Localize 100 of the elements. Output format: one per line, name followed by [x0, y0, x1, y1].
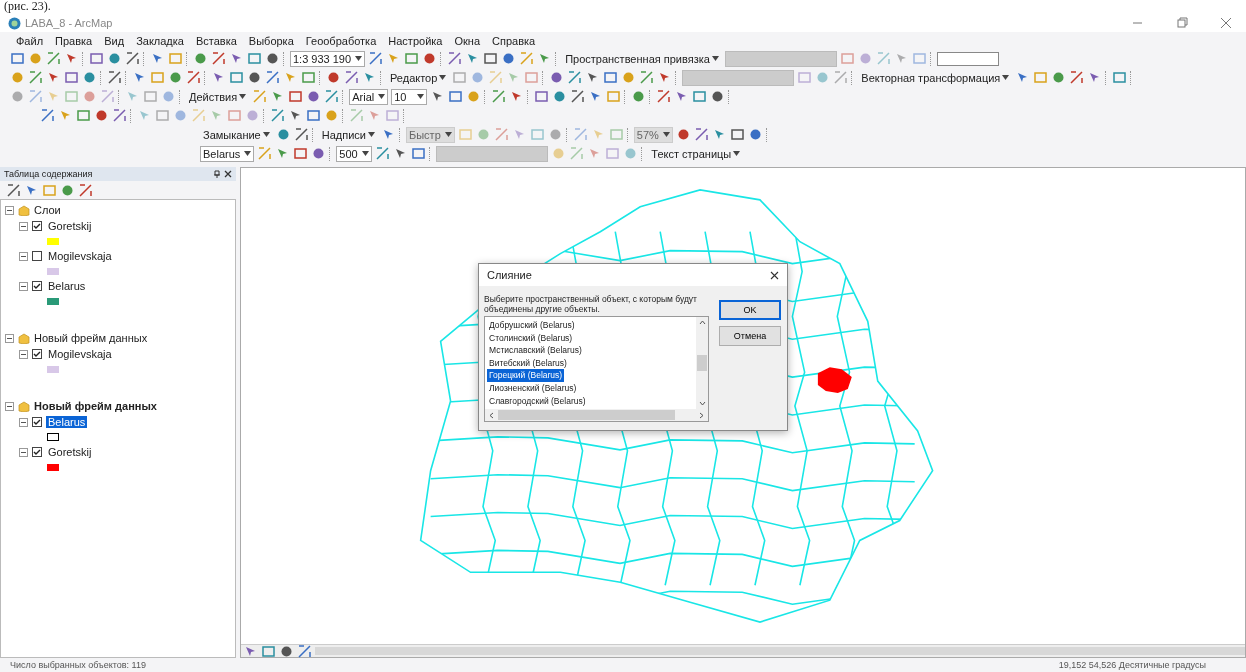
- toolbar-menu[interactable]: Замыкание: [200, 128, 273, 141]
- collapse-icon[interactable]: [19, 349, 28, 359]
- tool-icon[interactable]: [265, 51, 280, 66]
- chevron-up-icon[interactable]: [698, 319, 706, 326]
- scroll-thumb[interactable]: [498, 410, 675, 421]
- dropdown-field[interactable]: Belarus: [200, 145, 255, 162]
- ok-button[interactable]: OK: [719, 300, 781, 320]
- menu-item[interactable]: Закладка: [135, 34, 185, 47]
- tool-icon[interactable]: [6, 182, 21, 198]
- menu-item[interactable]: Геообработка: [304, 34, 378, 47]
- layer-name[interactable]: Belarus: [46, 416, 88, 428]
- collapse-icon[interactable]: [19, 221, 28, 231]
- tool-icon[interactable]: [168, 70, 183, 85]
- caret-icon[interactable]: [262, 132, 270, 137]
- checkbox[interactable]: [32, 417, 42, 427]
- tool-icon[interactable]: [693, 127, 709, 142]
- toolbar-menu[interactable]: Надписи: [318, 128, 378, 141]
- tool-icon[interactable]: [107, 70, 122, 85]
- tool-icon[interactable]: [78, 182, 93, 198]
- tool-icon[interactable]: [570, 89, 586, 104]
- cancel-button[interactable]: Отмена: [719, 326, 781, 346]
- tool-icon[interactable]: [675, 127, 691, 142]
- tool-icon[interactable]: [46, 51, 61, 66]
- list-item[interactable]: Славгородский (Belarus): [487, 394, 588, 408]
- tool-icon[interactable]: [447, 51, 463, 66]
- list-item[interactable]: Лиозненский (Belarus): [487, 381, 579, 395]
- tool-icon[interactable]: [288, 89, 304, 104]
- tool-icon[interactable]: [293, 146, 309, 161]
- layer-name[interactable]: Goretskij: [46, 446, 94, 458]
- menu-item[interactable]: Справка: [491, 34, 537, 47]
- tool-icon[interactable]: [747, 127, 763, 142]
- menu-item[interactable]: Вставка: [194, 34, 238, 47]
- caret-icon[interactable]: [362, 151, 370, 156]
- tool-icon[interactable]: [82, 70, 97, 85]
- dropdown-field[interactable]: [682, 69, 795, 86]
- tool-icon[interactable]: [211, 51, 226, 66]
- toolbar-menu[interactable]: Редактор: [387, 71, 450, 84]
- tool-icon[interactable]: [656, 89, 672, 104]
- data-frame-label[interactable]: Слои: [34, 204, 61, 216]
- collapse-icon[interactable]: [19, 417, 28, 427]
- tool-icon[interactable]: [94, 108, 109, 123]
- tool-icon[interactable]: [375, 146, 391, 161]
- caret-icon[interactable]: [733, 151, 741, 156]
- caret-icon[interactable]: [368, 132, 375, 137]
- chevron-right-icon[interactable]: [698, 411, 705, 419]
- caret-icon[interactable]: [1002, 75, 1010, 80]
- close-icon[interactable]: [770, 270, 779, 280]
- menu-item[interactable]: Выборка: [247, 34, 295, 47]
- tool-icon[interactable]: [275, 127, 291, 142]
- tool-icon[interactable]: [324, 89, 340, 104]
- dropdown-field[interactable]: 500: [336, 145, 373, 162]
- tool-icon[interactable]: [125, 51, 140, 66]
- tool-icon[interactable]: [270, 108, 285, 123]
- list-item[interactable]: Горецкий (Belarus): [487, 369, 565, 382]
- data-frame-label[interactable]: Новый фрейм данных: [34, 400, 157, 412]
- list-item[interactable]: Добрушский (Belarus): [487, 319, 577, 332]
- tool-icon[interactable]: [107, 51, 122, 66]
- dropdown-field[interactable]: 1:3 933 190: [290, 50, 366, 67]
- scroll-thumb[interactable]: [697, 355, 707, 372]
- tool-icon[interactable]: [40, 108, 55, 123]
- tool-icon[interactable]: [112, 108, 127, 123]
- list-item[interactable]: Столинский (Belarus): [487, 331, 575, 345]
- tool-icon[interactable]: [193, 51, 208, 66]
- layer-name[interactable]: Goretskij: [46, 220, 94, 232]
- scrollbar[interactable]: [696, 317, 708, 410]
- tool-icon[interactable]: [483, 51, 499, 66]
- chevron-down-icon[interactable]: [698, 400, 706, 408]
- dropdown-field[interactable]: 10: [391, 88, 428, 105]
- menu-item[interactable]: Файл: [15, 34, 45, 47]
- dropdown-field[interactable]: [724, 50, 837, 67]
- toolbar-menu[interactable]: Векторная трансформация: [858, 71, 1013, 84]
- caret-icon[interactable]: [417, 94, 425, 99]
- toolbar-menu[interactable]: Действия: [186, 90, 250, 103]
- layer-name[interactable]: Mogilevskaja: [46, 348, 114, 360]
- restore-icon[interactable]: [1176, 17, 1188, 29]
- checkbox[interactable]: [32, 281, 42, 291]
- scrollbar[interactable]: [315, 647, 1245, 655]
- collapse-icon[interactable]: [5, 333, 14, 343]
- list-item[interactable]: Мстиславский (Belarus): [487, 344, 584, 357]
- caret-icon[interactable]: [244, 151, 252, 156]
- caret-icon[interactable]: [378, 94, 386, 99]
- collapse-icon[interactable]: [19, 447, 28, 457]
- pin-icon[interactable]: [213, 170, 221, 178]
- input-field[interactable]: [936, 51, 999, 66]
- tool-icon[interactable]: [326, 70, 341, 85]
- toolbar-menu[interactable]: Текст страницы: [648, 147, 744, 160]
- dropdown-field[interactable]: Arial: [349, 88, 389, 105]
- tool-icon[interactable]: [247, 70, 262, 85]
- menu-item[interactable]: Вид: [103, 34, 126, 47]
- tool-icon[interactable]: [567, 70, 583, 85]
- close-icon[interactable]: [224, 170, 232, 178]
- caret-icon[interactable]: [439, 75, 447, 80]
- tool-icon[interactable]: [639, 70, 655, 85]
- tool-icon[interactable]: [297, 643, 312, 659]
- layer-name[interactable]: Mogilevskaja: [46, 250, 114, 262]
- tool-icon[interactable]: [293, 127, 309, 142]
- checkbox[interactable]: [32, 349, 42, 359]
- menu-item[interactable]: Правка: [54, 34, 94, 47]
- checkbox[interactable]: [32, 251, 42, 261]
- tool-icon[interactable]: [265, 70, 280, 85]
